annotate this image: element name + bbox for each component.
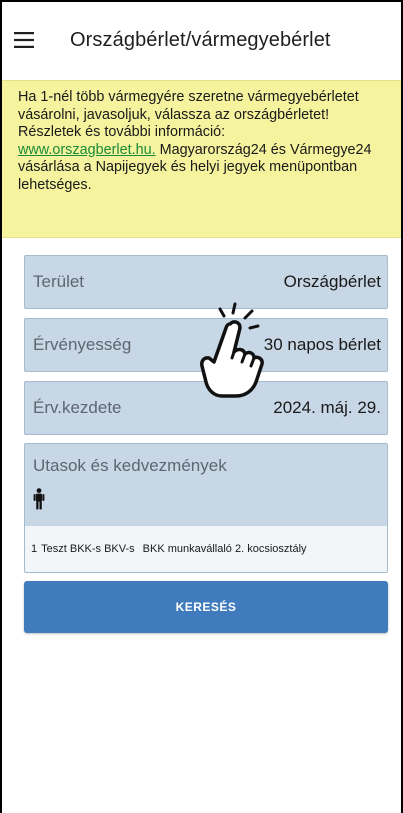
- hamburger-menu-icon: [14, 32, 34, 48]
- ervenyesseg-value: 30 napos bérlet: [263, 335, 381, 354]
- passenger-count: 1: [31, 543, 38, 555]
- passenger-name: Teszt BKK-s BKV-s: [41, 543, 135, 555]
- ervenyesseg-label: Érvényesség: [33, 335, 132, 354]
- terulet-label: Terület: [33, 272, 85, 291]
- erv-kezdete-value: 2024. máj. 29.: [273, 398, 381, 417]
- notice-text-2: Részletek és további információ:: [18, 124, 226, 141]
- passengers-label: Utasok és kedvezmények: [33, 456, 227, 475]
- passengers-field[interactable]: Utasok és kedvezmények 1 Teszt BKK-s BKV…: [24, 443, 388, 573]
- terulet-field[interactable]: Terület Országbérlet: [24, 255, 388, 309]
- terulet-value: Országbérlet: [283, 272, 381, 291]
- info-notice: Ha 1-nél több vármegyére szeretne vármeg…: [2, 80, 401, 238]
- person-icon: [33, 488, 45, 510]
- passenger-summary: 1 Teszt BKK-s BKV-s BKK munkavállaló 2. …: [25, 526, 387, 572]
- notice-text-1: Ha 1-nél több vármegyére szeretne vármeg…: [18, 89, 359, 123]
- erv-kezdete-label: Érv.kezdete: [33, 398, 122, 417]
- menu-button[interactable]: [14, 20, 60, 60]
- erv-kezdete-field[interactable]: Érv.kezdete 2024. máj. 29.: [24, 381, 388, 435]
- app-bar: Országbérlet/vármegyebérlet: [2, 2, 401, 78]
- ervenyesseg-field[interactable]: Érvényesség 30 napos bérlet: [24, 318, 388, 372]
- page-title: Országbérlet/vármegyebérlet: [70, 28, 331, 51]
- search-button[interactable]: KERESÉS: [24, 581, 388, 633]
- orszagberlet-link[interactable]: www.orszagberlet.hu.: [18, 142, 156, 158]
- passenger-discount: BKK munkavállaló 2. kocsiosztály: [142, 543, 307, 555]
